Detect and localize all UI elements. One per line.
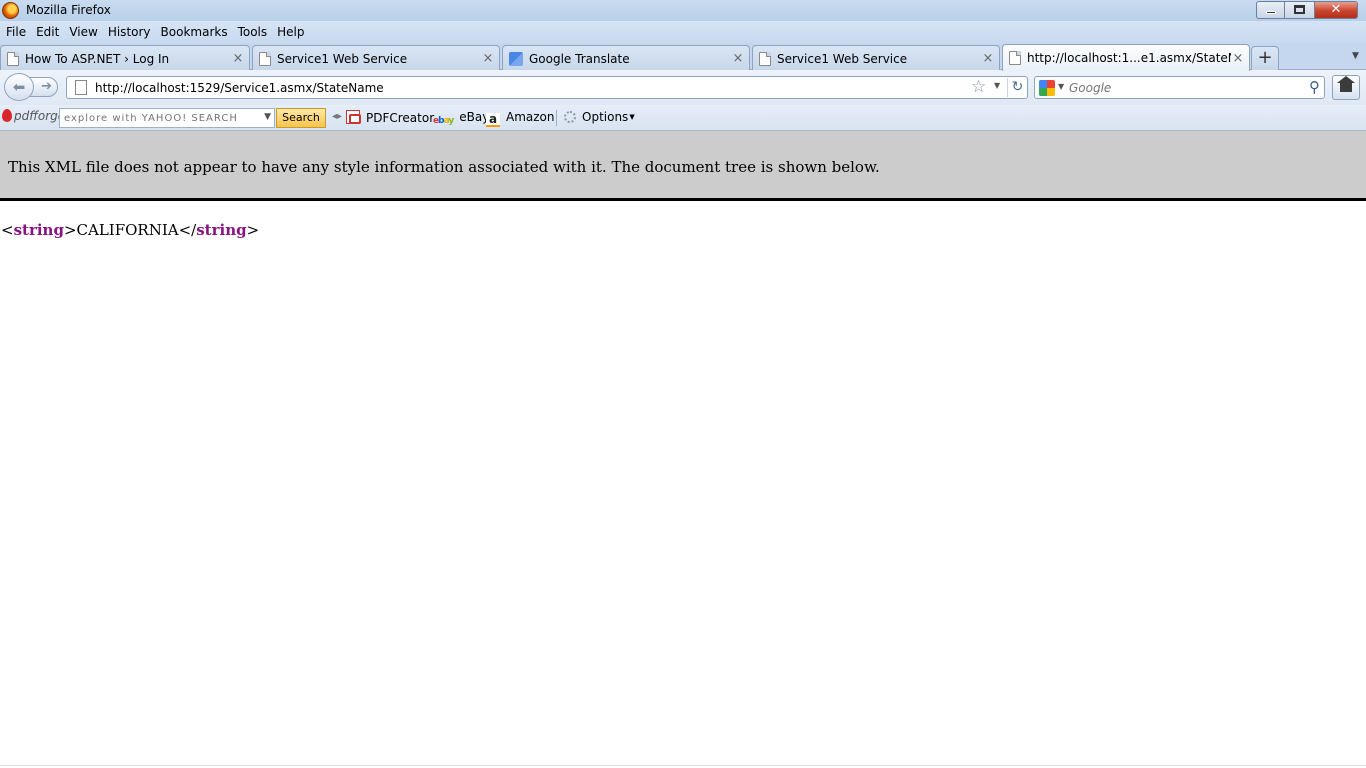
tab-close-icon[interactable]: ×	[481, 51, 495, 66]
pdfcreator-link[interactable]: PDFCreator	[346, 110, 434, 125]
tab-close-icon[interactable]: ×	[981, 51, 995, 66]
toolbar-separator	[556, 110, 557, 126]
menu-edit[interactable]: Edit	[36, 25, 59, 39]
menu-tools[interactable]: Tools	[238, 25, 268, 39]
menu-history[interactable]: History	[108, 25, 151, 39]
close-window-button[interactable]: ✕	[1314, 1, 1358, 19]
url-history-dropdown-icon[interactable]: ▼	[994, 81, 1000, 90]
xml-notice-text: This XML file does not appear to have an…	[8, 158, 880, 176]
reload-icon[interactable]: ↻	[1007, 78, 1027, 97]
navigation-bar: ➔ ⬅ http://localhost:1529/Service1.asmx/…	[0, 70, 1366, 105]
forward-arrow-icon: ➔	[41, 79, 52, 94]
bookmark-star-icon[interactable]: ☆	[971, 77, 986, 97]
home-icon	[1337, 76, 1355, 92]
tab-google-translate[interactable]: Google Translate ×	[502, 45, 750, 71]
pdf-icon	[346, 110, 361, 124]
page-icon	[75, 80, 87, 95]
tab-how-to-aspnet-login[interactable]: How To ASP.NET › Log In ×	[0, 45, 250, 71]
options-icon	[564, 111, 576, 123]
home-button[interactable]	[1332, 75, 1360, 100]
xml-bracket: <	[1, 221, 14, 239]
search-input[interactable]	[1069, 80, 1299, 96]
back-button[interactable]: ⬅	[4, 73, 34, 101]
restore-button[interactable]	[1284, 1, 1314, 19]
menu-help[interactable]: Help	[277, 25, 304, 39]
yahoo-dropdown-icon[interactable]: ▼	[264, 112, 271, 122]
xml-bracket: >	[63, 221, 77, 239]
tab-service1-web-service[interactable]: Service1 Web Service ×	[252, 45, 500, 71]
address-bar[interactable]: http://localhost:1529/Service1.asmx/Stat…	[66, 76, 1028, 99]
restore-icon	[1294, 5, 1305, 14]
menu-bar: File Edit View History Bookmarks Tools H…	[0, 21, 1366, 43]
tab-close-icon[interactable]: ×	[1231, 51, 1245, 66]
tab-label: http://localhost:1...e1.asmx/StateName	[1027, 51, 1231, 65]
xml-value: CALIFORNIA	[76, 221, 179, 239]
minimize-icon	[1266, 11, 1276, 14]
options-menu[interactable]: Options▼	[564, 110, 635, 124]
pdfforge-logo[interactable]: pdfforge	[2, 109, 65, 123]
xml-open-tag: string	[13, 221, 64, 239]
page-icon	[259, 51, 271, 66]
menu-view[interactable]: View	[69, 25, 97, 39]
search-icon[interactable]: ⚲	[1309, 78, 1320, 96]
new-tab-button[interactable]: +	[1251, 46, 1279, 70]
tab-strip: How To ASP.NET › Log In × Service1 Web S…	[0, 43, 1366, 71]
page-icon	[1009, 51, 1021, 65]
close-icon: ✕	[1330, 2, 1342, 17]
google-logo-icon[interactable]	[1039, 80, 1055, 96]
menu-bookmarks[interactable]: Bookmarks	[161, 25, 228, 39]
tab-label: Google Translate	[529, 51, 630, 66]
xml-bracket: </	[178, 221, 197, 239]
ebay-icon: ebay	[433, 116, 454, 126]
amazon-link[interactable]: a Amazon	[486, 110, 555, 127]
google-translate-icon	[509, 51, 523, 66]
tab-label: How To ASP.NET › Log In	[25, 51, 170, 66]
window-title: Mozilla Firefox	[26, 3, 111, 17]
window-controls: ✕	[1256, 1, 1358, 19]
firefox-logo-icon	[2, 2, 19, 19]
toolbar-grip-icon[interactable]: ◂▸	[332, 111, 342, 122]
options-caret-icon: ▼	[629, 113, 635, 121]
tab-statename-active[interactable]: http://localhost:1...e1.asmx/StateName ×	[1002, 44, 1250, 71]
search-engine-dropdown-icon[interactable]: ▼	[1058, 82, 1064, 91]
pdfforge-toolbar: pdfforge ▼ Search ◂▸ PDFCreator ebayeBay…	[0, 105, 1366, 131]
tab-label: Service1 Web Service	[277, 51, 408, 66]
tab-service1-web-service-2[interactable]: Service1 Web Service ×	[752, 45, 1000, 71]
xml-document-tree: <string>CALIFORNIA</string>	[1, 221, 259, 239]
xml-close-tag: string	[196, 221, 247, 239]
tab-close-icon[interactable]: ×	[231, 51, 245, 66]
yahoo-search-input[interactable]	[64, 111, 254, 125]
yahoo-search-box: ▼	[59, 108, 275, 128]
menu-file[interactable]: File	[6, 25, 26, 39]
xml-bracket: >	[246, 221, 260, 239]
ebay-link[interactable]: ebay eBay	[433, 110, 489, 130]
list-all-tabs-icon[interactable]: ▼	[1352, 51, 1359, 61]
pdfforge-flame-icon	[2, 109, 12, 122]
xml-notice-banner: This XML file does not appear to have an…	[0, 131, 1366, 201]
title-bar[interactable]: Mozilla Firefox ✕	[0, 0, 1366, 21]
yahoo-search-button[interactable]: Search	[276, 108, 326, 128]
tab-close-icon[interactable]: ×	[731, 51, 745, 66]
page-icon	[7, 51, 19, 66]
url-text[interactable]: http://localhost:1529/Service1.asmx/Stat…	[95, 81, 384, 95]
search-bar: ▼ ⚲	[1034, 76, 1325, 99]
minimize-button[interactable]	[1256, 1, 1284, 19]
tab-label: Service1 Web Service	[777, 51, 908, 66]
back-forward-group: ➔ ⬅	[4, 73, 58, 101]
pdfforge-brand: pdfforge	[14, 109, 66, 123]
back-arrow-icon: ⬅	[12, 78, 26, 96]
amazon-icon: a	[486, 113, 500, 127]
page-icon	[759, 51, 771, 66]
